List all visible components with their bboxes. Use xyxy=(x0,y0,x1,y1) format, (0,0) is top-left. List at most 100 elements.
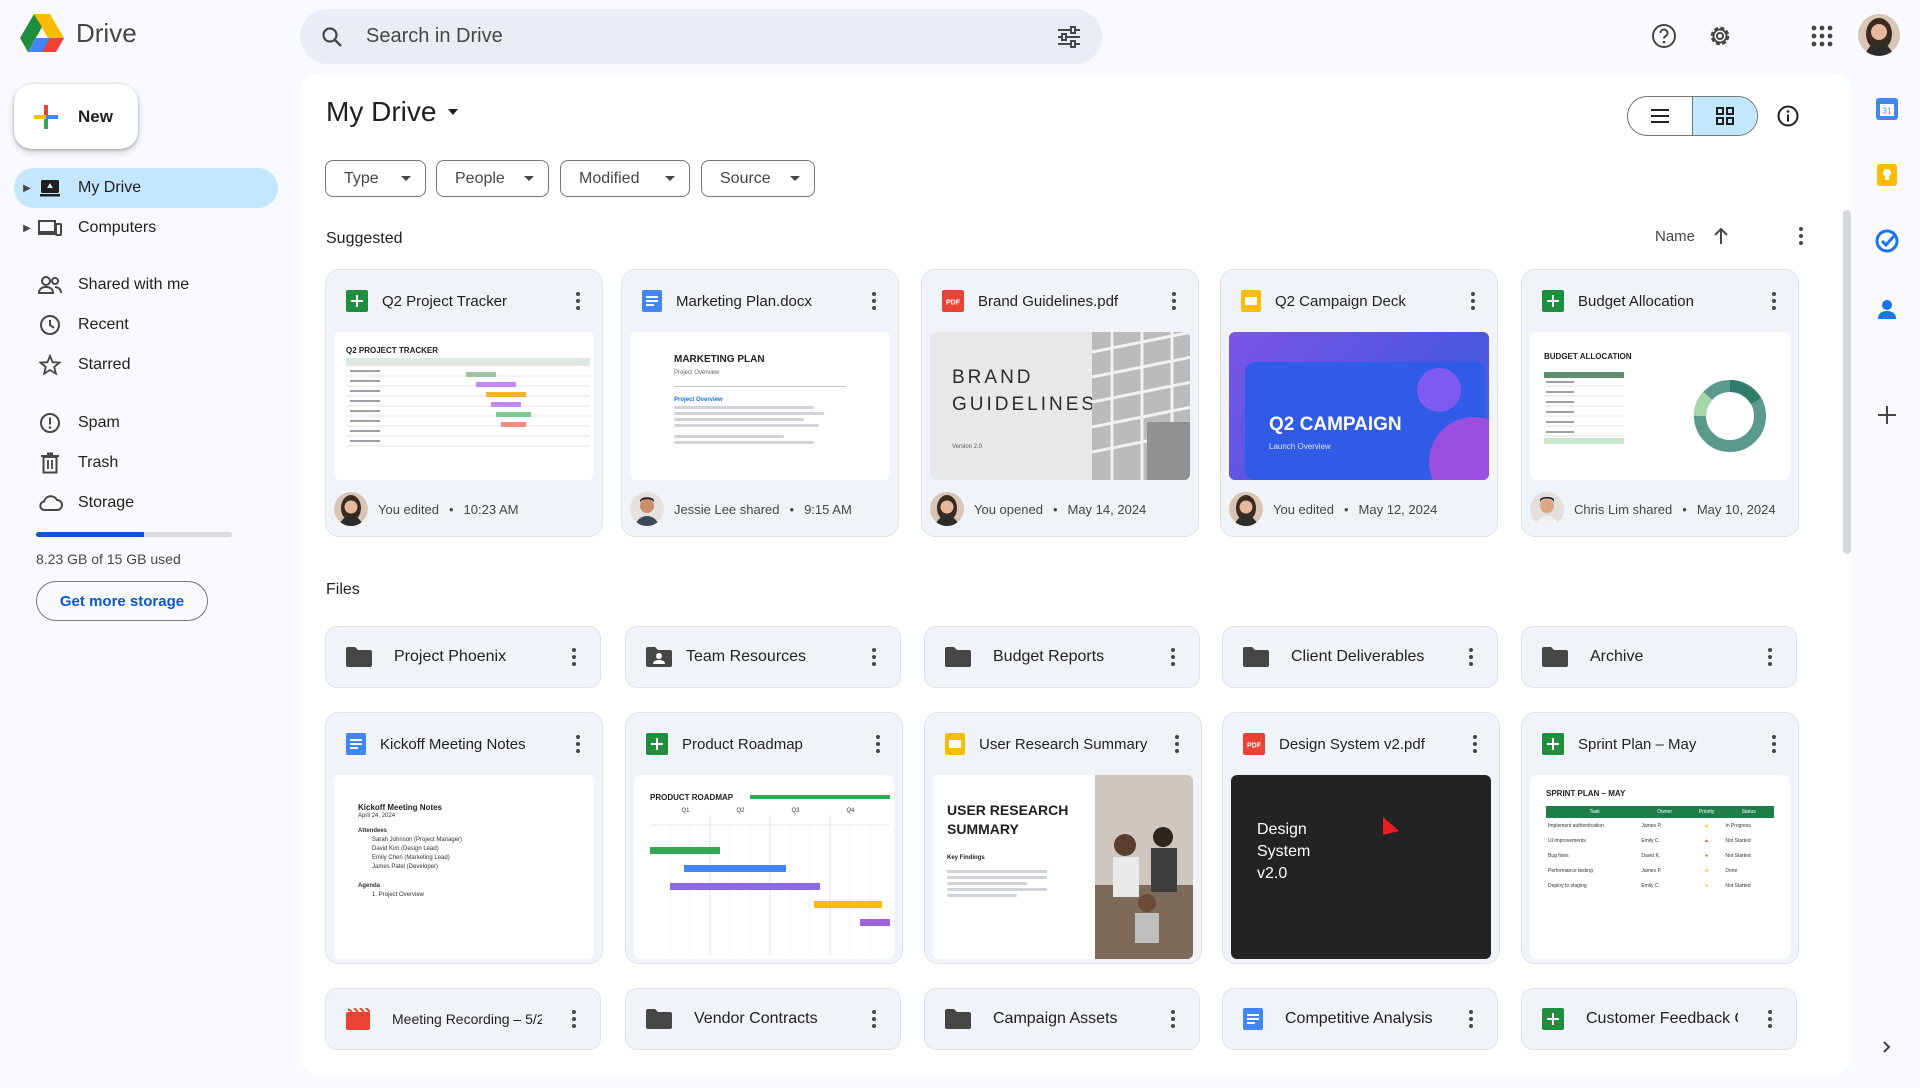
scrollbar[interactable] xyxy=(1843,210,1851,554)
filter-source-chip[interactable]: Source xyxy=(701,160,815,197)
more-options-icon[interactable] xyxy=(1167,735,1187,753)
more-options-icon[interactable] xyxy=(1760,648,1780,666)
more-options-icon[interactable] xyxy=(1764,292,1784,310)
file-item[interactable]: Competitive Analysis xyxy=(1222,988,1498,1050)
help-icon[interactable] xyxy=(1644,16,1684,56)
file-card[interactable]: Product Roadmap PRODUCT ROADMAP Q1 Q2 Q3 Q4 xyxy=(625,712,903,964)
page-title[interactable]: My Drive xyxy=(326,96,460,128)
more-options-icon[interactable] xyxy=(1760,1010,1780,1028)
file-card[interactable]: Kickoff Meeting Notes Kickoff Meeting No… xyxy=(325,712,603,964)
more-options-icon[interactable] xyxy=(1163,1010,1183,1028)
thumbnail-title: BUDGET ALLOCATION xyxy=(1544,352,1632,361)
card-title: Marketing Plan.docx xyxy=(676,292,812,310)
suggested-card[interactable]: Q2 Project Tracker Q2 PROJECT TRACKER Yo… xyxy=(325,269,603,537)
more-options-icon[interactable] xyxy=(1164,292,1184,310)
sort-control[interactable]: Name xyxy=(1655,227,1811,245)
sidebar-item-my-drive[interactable]: ▶ My Drive xyxy=(14,168,278,208)
filter-type-chip[interactable]: Type xyxy=(325,160,426,197)
view-toggle[interactable] xyxy=(1627,96,1758,136)
grid-view-icon[interactable] xyxy=(1692,97,1757,135)
search-icon[interactable] xyxy=(320,25,344,49)
expand-caret-icon[interactable]: ▶ xyxy=(20,223,34,234)
folder-icon xyxy=(646,1009,672,1029)
table-cell: Not Started xyxy=(1725,838,1751,844)
suggested-card[interactable]: Marketing Plan.docx MARKETING PLAN Proje… xyxy=(621,269,899,537)
folder-item[interactable]: Client Deliverables xyxy=(1222,626,1498,688)
new-button[interactable]: New xyxy=(14,84,138,149)
activity-time: 10:23 AM xyxy=(463,501,519,517)
file-item[interactable]: Meeting Recording – 5/20 xyxy=(325,988,601,1050)
more-options-icon[interactable] xyxy=(1461,1010,1481,1028)
more-options-icon[interactable] xyxy=(1463,292,1483,310)
keep-icon[interactable] xyxy=(1870,158,1904,192)
column-header: Priority xyxy=(1698,809,1715,815)
folder-item[interactable]: Vendor Contracts xyxy=(625,988,901,1050)
sidebar-item-shared[interactable]: Shared with me xyxy=(14,265,278,305)
drive-logo[interactable]: Drive xyxy=(20,14,137,52)
sidebar-item-label: Starred xyxy=(78,356,131,373)
calendar-icon[interactable]: 31 xyxy=(1870,92,1904,126)
apps-grid-icon[interactable] xyxy=(1802,16,1842,56)
sidebar-item-computers[interactable]: ▶ Computers xyxy=(14,208,278,248)
sidebar-item-spam[interactable]: Spam xyxy=(14,403,278,443)
account-avatar[interactable] xyxy=(1858,14,1900,56)
sidebar-item-recent[interactable]: Recent xyxy=(14,305,278,345)
file-card[interactable]: User Research Summary USER RESEARCH SUMM… xyxy=(924,712,1202,964)
suggested-card[interactable]: Budget Allocation BUDGET ALLOCATION Chri… xyxy=(1521,269,1799,537)
card-title: Budget Allocation xyxy=(1578,292,1694,310)
suggested-card[interactable]: Q2 Campaign Deck Q2 CAMPAIGN Launch Over… xyxy=(1220,269,1498,537)
folder-item[interactable]: Team Resources xyxy=(625,626,901,688)
search-options-icon[interactable] xyxy=(1056,25,1082,49)
arrow-up-icon[interactable] xyxy=(1713,227,1729,245)
folder-icon xyxy=(346,647,372,667)
sidebar-item-starred[interactable]: Starred xyxy=(14,345,278,385)
priority-icon: ▲ xyxy=(1704,838,1710,844)
chip-label: Source xyxy=(720,169,771,187)
more-options-icon[interactable] xyxy=(864,292,884,310)
more-options-icon[interactable] xyxy=(568,292,588,310)
search-bar[interactable]: Search in Drive xyxy=(300,9,1102,64)
folder-item[interactable]: Budget Reports xyxy=(924,626,1200,688)
tasks-icon[interactable] xyxy=(1870,224,1904,258)
filter-modified-chip[interactable]: Modified xyxy=(560,160,690,197)
expand-caret-icon[interactable]: ▶ xyxy=(20,183,34,194)
sidebar-item-storage[interactable]: Storage xyxy=(14,483,278,523)
settings-gear-icon[interactable] xyxy=(1700,16,1740,56)
file-card[interactable]: PDF Design System v2.pdf Design System v… xyxy=(1222,712,1500,964)
more-options-icon[interactable] xyxy=(864,648,884,666)
add-addon-icon[interactable] xyxy=(1870,398,1904,432)
sidebar-item-trash[interactable]: Trash xyxy=(14,443,278,483)
contacts-icon[interactable] xyxy=(1870,292,1904,326)
storage-progress-fill xyxy=(36,532,144,537)
more-options-icon[interactable] xyxy=(1465,735,1485,753)
info-icon[interactable] xyxy=(1768,96,1808,136)
folder-item[interactable]: Campaign Assets xyxy=(924,988,1200,1050)
more-options-icon[interactable] xyxy=(1461,648,1481,666)
sort-label[interactable]: Name xyxy=(1655,228,1695,245)
list-view-icon[interactable] xyxy=(1628,97,1692,135)
more-options-icon[interactable] xyxy=(1163,648,1183,666)
file-item[interactable]: Customer Feedback Q2 xyxy=(1521,988,1797,1050)
shared-icon xyxy=(36,276,64,294)
card-title: User Research Summary xyxy=(979,735,1148,753)
file-thumbnail: BRAND GUIDELINES Version 2.0 xyxy=(930,332,1190,480)
more-options-icon[interactable] xyxy=(564,648,584,666)
more-options-icon[interactable] xyxy=(1764,735,1784,753)
get-more-storage-button[interactable]: Get more storage xyxy=(36,581,208,621)
folder-name: Budget Reports xyxy=(993,648,1105,665)
more-options-icon[interactable] xyxy=(868,735,888,753)
suggested-card[interactable]: PDF Brand Guidelines.pdf BRAND GUIDELINE… xyxy=(921,269,1199,537)
filter-people-chip[interactable]: People xyxy=(436,160,549,197)
more-options-icon[interactable] xyxy=(564,1010,584,1028)
folder-item[interactable]: Project Phoenix xyxy=(325,626,601,688)
more-options-icon[interactable] xyxy=(864,1010,884,1028)
table-cell: Not Started xyxy=(1725,853,1751,859)
more-options-icon[interactable] xyxy=(568,735,588,753)
trash-icon xyxy=(36,452,64,474)
folder-item[interactable]: Archive xyxy=(1521,626,1797,688)
search-input[interactable]: Search in Drive xyxy=(366,25,1056,48)
more-options-icon[interactable] xyxy=(1791,227,1811,245)
chevron-right-icon[interactable] xyxy=(1870,1030,1904,1064)
file-card[interactable]: Sprint Plan – May SPRINT PLAN – MAY Task… xyxy=(1521,712,1799,964)
user-avatar xyxy=(1530,492,1564,526)
